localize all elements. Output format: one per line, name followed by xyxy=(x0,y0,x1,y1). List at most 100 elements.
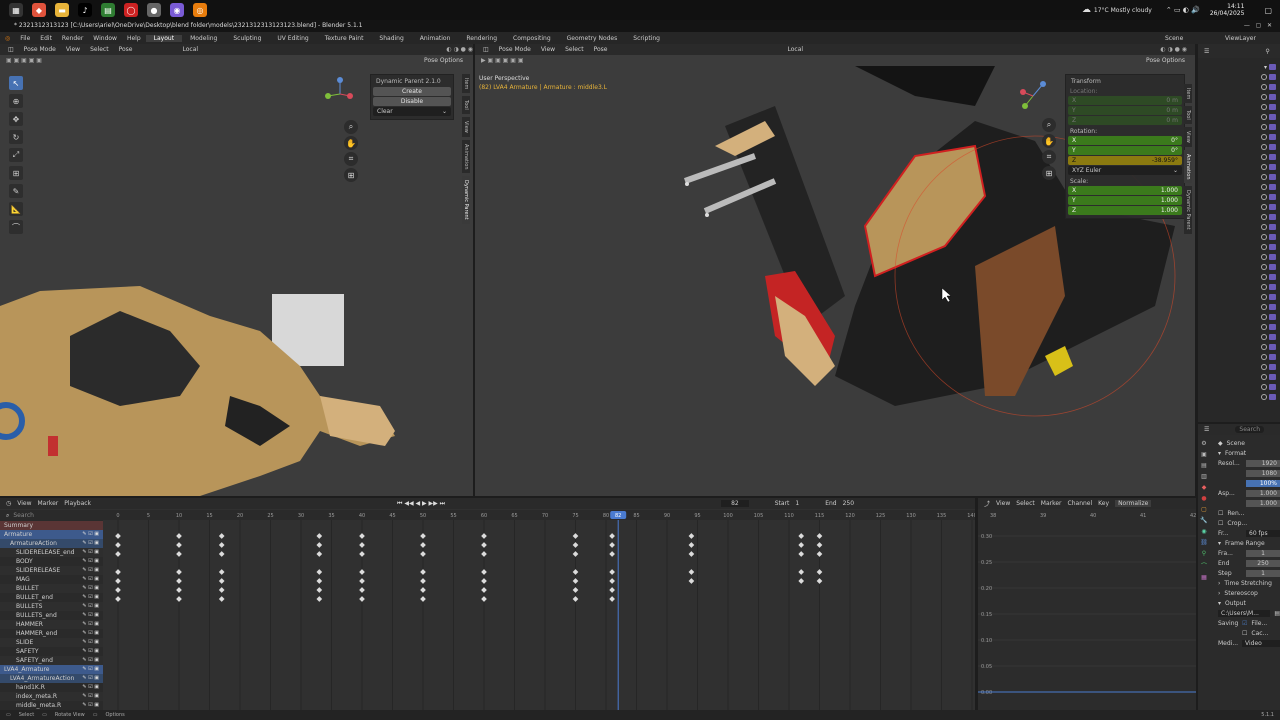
keyframe[interactable] xyxy=(609,578,615,584)
resolution-percent-field[interactable]: 100% xyxy=(1246,479,1280,487)
outliner-row[interactable] xyxy=(1198,362,1280,372)
visibility-eye-icon[interactable] xyxy=(1261,334,1267,340)
keyframe[interactable] xyxy=(420,587,426,593)
visibility-eye-icon[interactable] xyxy=(1261,344,1267,350)
modifier-tab-icon[interactable]: 🔧 xyxy=(1200,517,1207,524)
render-camera-icon[interactable] xyxy=(1269,174,1276,180)
location-y-field[interactable]: Y 0 m xyxy=(1068,106,1182,115)
workspace-tab-uv-editing[interactable]: UV Editing xyxy=(269,35,316,42)
outliner-row[interactable] xyxy=(1198,182,1280,192)
menu-pose[interactable]: Pose xyxy=(592,46,610,53)
tab-item[interactable]: Item xyxy=(1184,84,1192,104)
playback-controls[interactable]: ⏮ ◀◀ ◀ ▶ ▶▶ ⏭ xyxy=(397,500,445,508)
keyframe[interactable] xyxy=(798,578,805,584)
pose-options-button[interactable]: Pose Options xyxy=(424,57,463,64)
menu-select[interactable]: Select xyxy=(1016,500,1035,507)
format-panel-header[interactable]: ▾ Format xyxy=(1212,448,1280,458)
render-camera-icon[interactable] xyxy=(1269,394,1276,400)
channel-row[interactable]: SLIDE ✎ ☑ ▣ xyxy=(0,638,103,647)
workspace-tab-scripting[interactable]: Scripting xyxy=(625,35,668,42)
channel-toggle-icons[interactable]: ✎ ☑ ▣ xyxy=(82,620,99,629)
visibility-eye-icon[interactable] xyxy=(1261,374,1267,380)
scale-tool-icon[interactable]: ⤢ xyxy=(9,148,23,162)
channel-row[interactable]: hand1K.R ✎ ☑ ▣ xyxy=(0,683,103,692)
crop-row[interactable]: ☐ Crop... xyxy=(1212,518,1280,528)
keyframe[interactable] xyxy=(359,551,365,557)
workspace-tab-animation[interactable]: Animation xyxy=(412,35,459,42)
menu-window[interactable]: Window xyxy=(88,35,122,42)
keyframe[interactable] xyxy=(359,569,365,575)
resolution-y-field[interactable]: 1080 xyxy=(1246,469,1280,477)
outliner-row[interactable] xyxy=(1198,222,1280,232)
menu-pose[interactable]: Pose xyxy=(117,46,135,53)
tool-tab-icon[interactable]: ⚙ xyxy=(1201,440,1206,447)
keyframe[interactable] xyxy=(816,551,823,557)
menu-playback[interactable]: Playback xyxy=(64,500,91,507)
keyframe[interactable] xyxy=(481,569,487,575)
render-camera-icon[interactable] xyxy=(1269,264,1276,270)
workspace-tab-sculpting[interactable]: Sculpting xyxy=(225,35,269,42)
tab-tool[interactable]: Tool xyxy=(462,96,470,115)
visibility-eye-icon[interactable] xyxy=(1261,164,1267,170)
visibility-eye-icon[interactable] xyxy=(1261,274,1267,280)
location-z-field[interactable]: Z 0 m xyxy=(1068,116,1182,125)
dopesheet-keyframe-area[interactable]: 0 5 10 15 20 25 30 35 40 45 50 55 60 65 70 75 80 85 90 95 10… xyxy=(103,510,975,710)
keyframe[interactable] xyxy=(420,542,426,548)
channel-toggle-icons[interactable]: ✎ ☑ ▣ xyxy=(82,638,99,647)
visibility-eye-icon[interactable] xyxy=(1261,134,1267,140)
workspace-tab-layout[interactable]: Layout xyxy=(145,34,183,42)
menu-file[interactable]: File xyxy=(15,35,35,42)
outliner-row[interactable] xyxy=(1198,162,1280,172)
channel-toggle-icons[interactable]: ✎ ☑ ▣ xyxy=(82,584,99,593)
tab-item[interactable]: Item xyxy=(462,74,470,94)
editor-type-icon[interactable]: ◫ xyxy=(6,46,16,53)
outliner-row[interactable] xyxy=(1198,202,1280,212)
render-camera-icon[interactable] xyxy=(1269,194,1276,200)
xbox-icon[interactable]: ▤ xyxy=(101,3,115,17)
shading-buttons[interactable]: ◐ ◑ ● ◉ xyxy=(1160,46,1187,53)
visibility-eye-icon[interactable] xyxy=(1261,304,1267,310)
select-mode-icons[interactable]: ▣ ▣ ▣ ▣ ▣ xyxy=(6,57,42,64)
current-frame-field[interactable]: 82 xyxy=(721,500,749,507)
menu-view[interactable]: View xyxy=(64,46,82,53)
keyframe[interactable] xyxy=(218,551,225,557)
outliner-row[interactable] xyxy=(1198,242,1280,252)
aspect-y-field[interactable]: 1.000 xyxy=(1246,499,1280,507)
rotation-mode-dropdown[interactable]: XYZ Euler ⌄ xyxy=(1068,166,1182,175)
tray-icons[interactable]: ⌃ ▭ ◐ 🔊 xyxy=(1166,6,1200,14)
keyframe[interactable] xyxy=(609,569,615,575)
keyframe[interactable] xyxy=(115,578,121,584)
menu-view[interactable]: View xyxy=(996,500,1010,507)
keyframe[interactable] xyxy=(798,542,805,548)
constraint-tab-icon[interactable]: ⛓ xyxy=(1200,539,1208,546)
channel-toggle-icons[interactable]: ✎ ☑ ▣ xyxy=(82,656,99,665)
properties-editor-icon[interactable]: ☰ xyxy=(1204,426,1209,433)
keyframe[interactable] xyxy=(816,578,823,584)
menu-key[interactable]: Key xyxy=(1098,500,1109,507)
outliner-row[interactable] xyxy=(1198,102,1280,112)
frame-step-field[interactable]: 1 xyxy=(1246,569,1280,577)
channel-toggle-icons[interactable]: ✎ ☑ ▣ xyxy=(82,557,99,566)
channel-toggle-icons[interactable]: ✎ ☑ ▣ xyxy=(82,647,99,656)
keyframe[interactable] xyxy=(481,587,487,593)
scale-x-field[interactable]: X 1.000 xyxy=(1068,186,1182,195)
checkbox-icon[interactable]: ☐ xyxy=(1218,510,1223,517)
chrome-icon[interactable]: ● xyxy=(147,3,161,17)
measure-tool-icon[interactable]: 📐 xyxy=(9,202,23,216)
frame-end-field[interactable]: 250 xyxy=(1246,559,1280,567)
channel-row[interactable]: BODY ✎ ☑ ▣ xyxy=(0,557,103,566)
rotation-y-field[interactable]: Y 0° xyxy=(1068,146,1182,155)
keyframe[interactable] xyxy=(316,533,323,539)
workspace-tab-modeling[interactable]: Modeling xyxy=(182,35,225,42)
orientation-selector[interactable]: Local xyxy=(181,46,201,53)
channel-toggle-icons[interactable]: ✎ ☑ ▣ xyxy=(82,629,99,638)
render-camera-icon[interactable] xyxy=(1269,164,1276,170)
tab-dynamic-parent[interactable]: Dynamic Parent xyxy=(462,176,470,225)
keyframe[interactable] xyxy=(420,551,426,557)
outliner-row[interactable] xyxy=(1198,332,1280,342)
view-layer-selector[interactable]: ViewLayer xyxy=(1220,35,1280,42)
output-tab-icon[interactable]: ▤ xyxy=(1201,462,1207,469)
outliner-row[interactable] xyxy=(1198,142,1280,152)
channel-row[interactable]: ArmatureAction ✎ ☑ ▣ xyxy=(0,539,103,548)
render-camera-icon[interactable] xyxy=(1269,254,1276,260)
